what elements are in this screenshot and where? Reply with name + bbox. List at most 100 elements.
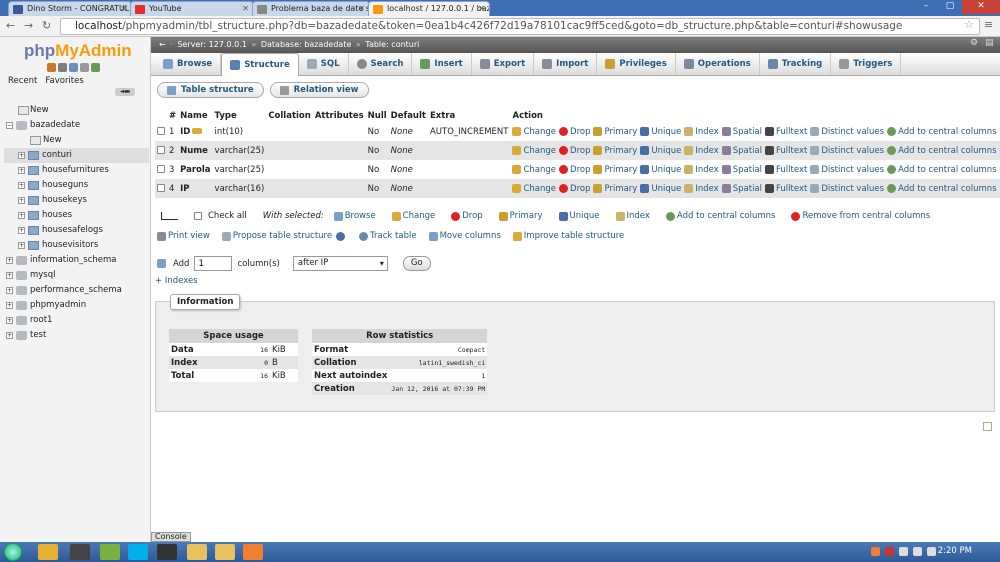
browser-tab-active[interactable]: localhost / 127.0.0.1 / baz ✕ xyxy=(368,1,490,17)
browser-tab[interactable]: Problema baza de date sa ✕ xyxy=(252,1,370,16)
index-link[interactable]: Index xyxy=(684,126,719,137)
row-checkbox[interactable] xyxy=(157,127,165,135)
volume-icon[interactable] xyxy=(927,547,936,556)
expand-icon[interactable]: + xyxy=(6,332,13,339)
close-window-icon[interactable]: ✕ xyxy=(962,0,1000,14)
index-link[interactable]: Index xyxy=(684,183,719,194)
go-button[interactable]: Go xyxy=(402,256,431,271)
bulk-drop-button[interactable]: Drop xyxy=(451,211,483,221)
row-checkbox[interactable] xyxy=(157,165,165,173)
add-to-central-columns-link[interactable]: Add to central columns xyxy=(887,145,997,156)
bulk-change-button[interactable]: Change xyxy=(391,211,435,221)
drop-link[interactable]: Drop xyxy=(559,183,590,194)
primary-link[interactable]: Primary xyxy=(593,183,637,194)
close-tab-icon[interactable]: ✕ xyxy=(478,4,485,13)
xampp-taskbar-icon[interactable] xyxy=(243,544,263,560)
app-taskbar-icon[interactable] xyxy=(70,544,90,560)
bulk-unique-button[interactable]: Unique xyxy=(558,211,600,221)
tab-sql[interactable]: SQL xyxy=(299,53,349,75)
tab-browse[interactable]: Browse xyxy=(155,53,222,75)
unique-link[interactable]: Unique xyxy=(640,183,681,194)
change-link[interactable]: Change xyxy=(512,164,556,175)
check-all-label[interactable]: Check all xyxy=(208,211,247,221)
row-checkbox[interactable] xyxy=(157,184,165,192)
track-table-link[interactable]: Track table xyxy=(359,231,417,241)
tree-db-information-schema[interactable]: + information_schema xyxy=(4,253,149,268)
close-tab-icon[interactable]: ✕ xyxy=(120,4,127,13)
chrome-taskbar-icon[interactable] xyxy=(38,544,58,560)
bulk-primary-button[interactable]: Primary xyxy=(498,211,543,221)
folder-taskbar-icon[interactable] xyxy=(215,544,235,560)
expand-icon[interactable]: + xyxy=(18,212,25,219)
skype-taskbar-icon[interactable] xyxy=(128,544,148,560)
print-view-link[interactable]: Print view xyxy=(157,231,210,241)
drop-link[interactable]: Drop xyxy=(559,145,590,156)
page-settings-icon[interactable] xyxy=(983,422,992,431)
spatial-link[interactable]: Spatial xyxy=(721,183,762,194)
tree-table-housefurnitures[interactable]: + housefurnitures xyxy=(4,163,149,178)
left-arrow-icon[interactable]: ← xyxy=(159,40,166,49)
collapse-icon[interactable]: − xyxy=(6,122,13,129)
indexes-toggle-link[interactable]: + Indexes xyxy=(155,276,198,286)
change-link[interactable]: Change xyxy=(512,145,556,156)
browser-tab[interactable]: Dino Storm - CONGRATUL ✕ xyxy=(8,1,132,16)
expand-icon[interactable]: + xyxy=(18,197,25,204)
distinct-values-link[interactable]: Distinct values xyxy=(810,145,884,156)
tab-import[interactable]: Import xyxy=(534,53,598,75)
bulk-index-button[interactable]: Index xyxy=(615,211,650,221)
tree-db-new-table[interactable]: New xyxy=(4,133,149,148)
add-to-central-columns-link[interactable]: Add to central columns xyxy=(887,164,997,175)
reload-nav-icon[interactable] xyxy=(91,63,100,72)
drop-link[interactable]: Drop xyxy=(559,164,590,175)
cell-name[interactable]: IP xyxy=(178,179,213,198)
phpmyadmin-logo[interactable]: phpMyAdmin xyxy=(24,41,132,61)
distinct-values-link[interactable]: Distinct values xyxy=(810,126,884,137)
maximize-panel-icon[interactable]: ▤ xyxy=(985,39,994,48)
logout-icon[interactable] xyxy=(58,63,67,72)
tree-table-houseguns[interactable]: + houseguns xyxy=(4,178,149,193)
add-to-central-columns-link[interactable]: Add to central columns xyxy=(887,183,997,194)
fulltext-link[interactable]: Fulltext xyxy=(765,145,807,156)
tree-table-housekeys[interactable]: + housekeys xyxy=(4,193,149,208)
breadcrumb-table[interactable]: Table: conturi xyxy=(365,40,419,49)
tree-db-root1[interactable]: + root1 xyxy=(4,313,149,328)
tab-triggers[interactable]: Triggers xyxy=(831,53,902,75)
fulltext-link[interactable]: Fulltext xyxy=(765,164,807,175)
home-icon[interactable] xyxy=(47,63,56,72)
row-checkbox[interactable] xyxy=(157,146,165,154)
check-all-checkbox[interactable] xyxy=(194,212,202,220)
tree-db-phpmyadmin[interactable]: + phpmyadmin xyxy=(4,298,149,313)
bookmark-star-icon[interactable]: ☆ xyxy=(964,18,974,31)
index-link[interactable]: Index xyxy=(684,164,719,175)
add-to-central-columns-link[interactable]: Add to central columns xyxy=(887,126,997,137)
change-link[interactable]: Change xyxy=(512,126,556,137)
cell-name[interactable]: ID xyxy=(178,122,213,141)
change-link[interactable]: Change xyxy=(512,183,556,194)
tree-db-performance-schema[interactable]: + performance_schema xyxy=(4,283,149,298)
maximize-icon[interactable]: ▢ xyxy=(938,0,962,14)
bulk-browse-button[interactable]: Browse xyxy=(333,211,376,221)
breadcrumb-server[interactable]: Server: 127.0.0.1 xyxy=(177,40,247,49)
index-link[interactable]: Index xyxy=(684,145,719,156)
bulk-remove-central-button[interactable]: Remove from central columns xyxy=(791,211,930,221)
primary-link[interactable]: Primary xyxy=(593,126,637,137)
help-icon[interactable] xyxy=(336,231,346,241)
network-icon[interactable] xyxy=(913,547,922,556)
expand-icon[interactable]: + xyxy=(18,182,25,189)
tray-icon[interactable] xyxy=(871,547,880,556)
distinct-values-link[interactable]: Distinct values xyxy=(810,164,884,175)
distinct-values-link[interactable]: Distinct values xyxy=(810,183,884,194)
favorites-tab[interactable]: Favorites xyxy=(45,76,83,86)
column-position-select[interactable]: after IP xyxy=(292,256,388,271)
breadcrumb-database[interactable]: Database: bazadedate xyxy=(261,40,352,49)
app-taskbar-icon[interactable] xyxy=(100,544,120,560)
expand-icon[interactable]: + xyxy=(18,152,25,159)
unique-link[interactable]: Unique xyxy=(640,126,681,137)
gear-icon[interactable]: ⚙ xyxy=(970,39,979,48)
bulk-add-central-button[interactable]: Add to central columns xyxy=(665,211,775,221)
expand-icon[interactable]: + xyxy=(6,317,13,324)
tab-insert[interactable]: Insert xyxy=(412,53,472,75)
tree-table-housevisitors[interactable]: + housevisitors xyxy=(4,238,149,253)
tree-db-mysql[interactable]: + mysql xyxy=(4,268,149,283)
collapse-all-icon[interactable]: ◄▬ xyxy=(115,88,135,96)
